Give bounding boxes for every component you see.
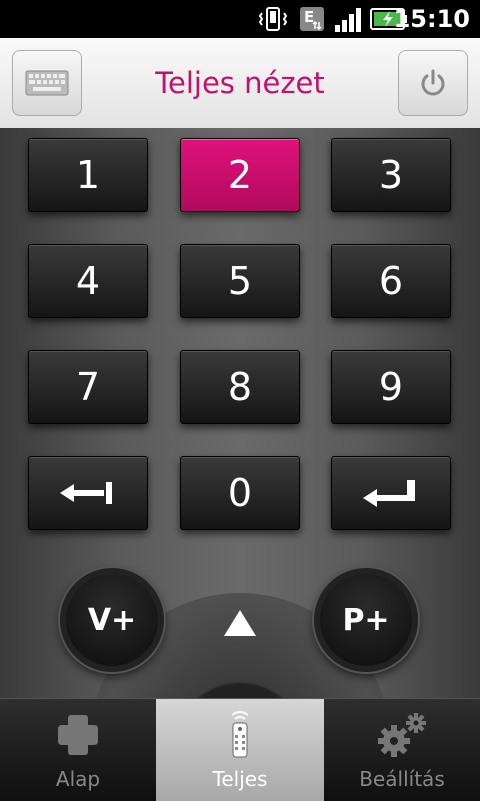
volume-up-button[interactable]: V+ <box>60 568 164 672</box>
status-bar: E 15:10 <box>0 0 480 38</box>
signal-icon <box>335 8 361 32</box>
enter-key[interactable] <box>331 456 451 530</box>
keyboard-button[interactable] <box>12 50 82 116</box>
key-2[interactable]: 2 <box>180 138 300 212</box>
key-0[interactable]: 0 <box>180 456 300 530</box>
tab-label: Beállítás <box>359 767 445 791</box>
page-title: Teljes nézet <box>155 66 325 100</box>
key-8[interactable]: 8 <box>180 350 300 424</box>
clock: 15:10 <box>393 5 470 33</box>
back-key[interactable] <box>28 456 148 530</box>
key-3[interactable]: 3 <box>331 138 451 212</box>
edge-network-icon: E <box>300 7 324 31</box>
up-button[interactable] <box>205 593 275 653</box>
remote-icon <box>231 711 249 758</box>
keyboard-icon <box>25 70 69 96</box>
channel-up-button[interactable]: P+ <box>314 568 418 672</box>
vibrate-icon <box>258 7 288 31</box>
power-icon <box>421 69 445 96</box>
key-5[interactable]: 5 <box>180 244 300 318</box>
enter-arrow-icon <box>363 480 415 507</box>
gears-icon <box>378 713 426 757</box>
back-arrow-icon <box>60 482 112 504</box>
key-6[interactable]: 6 <box>331 244 451 318</box>
tab-teljes[interactable]: Teljes <box>156 699 324 801</box>
tab-label: Alap <box>55 767 101 791</box>
header-bar: Teljes nézet <box>0 38 480 129</box>
key-9[interactable]: 9 <box>331 350 451 424</box>
tab-beallitas[interactable]: Beállítás <box>324 699 480 801</box>
key-1[interactable]: 1 <box>28 138 148 212</box>
tab-label: Teljes <box>212 767 268 791</box>
key-4[interactable]: 4 <box>28 244 148 318</box>
power-button[interactable] <box>398 50 468 116</box>
up-arrow-icon <box>224 610 256 636</box>
key-7[interactable]: 7 <box>28 350 148 424</box>
remote-panel: 1 2 3 4 5 6 7 8 9 0 V+ P+ <box>0 128 480 698</box>
tab-alap[interactable]: Alap <box>0 699 156 801</box>
tab-bar: Alap Teljes Beállítás <box>0 698 480 801</box>
dpad-icon <box>58 715 98 755</box>
